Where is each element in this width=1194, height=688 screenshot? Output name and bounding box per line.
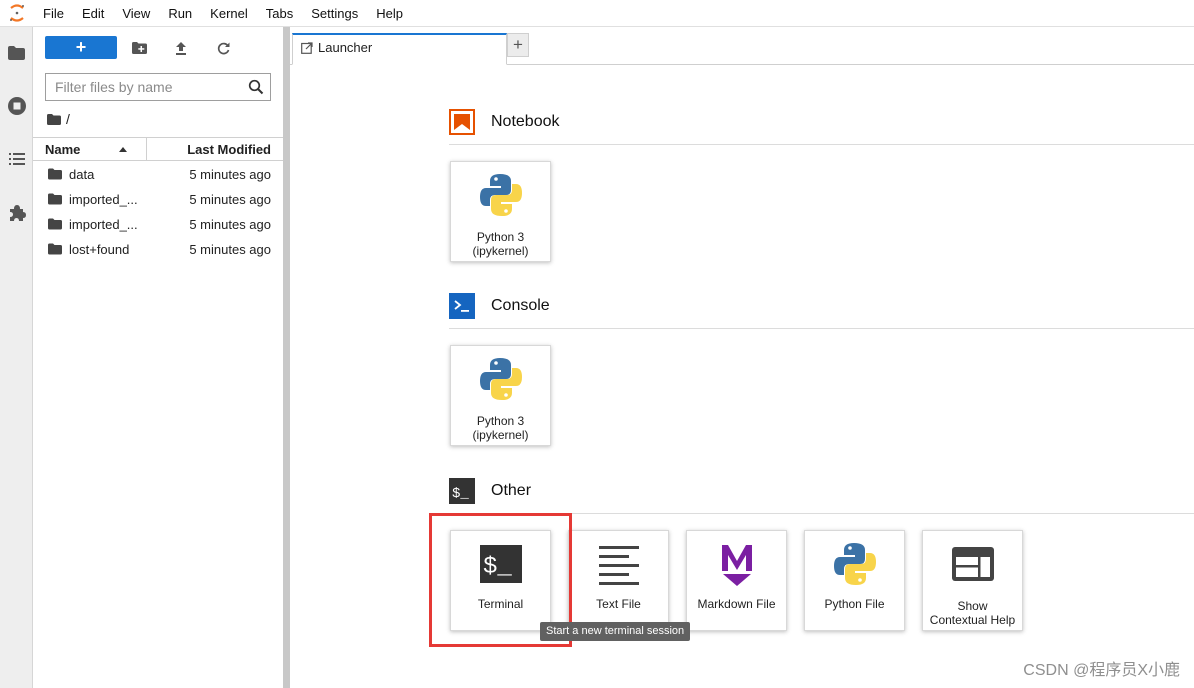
tab-launcher-label: Launcher	[318, 40, 373, 55]
notebook-section-header: Notebook	[449, 109, 560, 135]
file-row[interactable]: data 5 minutes ago	[33, 162, 283, 187]
breadcrumb-root[interactable]: /	[66, 111, 70, 127]
menu-view[interactable]: View	[113, 0, 159, 27]
extension-puzzle-icon[interactable]	[6, 202, 27, 223]
column-name-header[interactable]: Name	[45, 142, 80, 157]
file-browser-panel: + / Name Last Modified data 5 minutes ag…	[33, 27, 283, 688]
file-list: data 5 minutes ago imported_... 5 minute…	[33, 162, 283, 262]
notebook-section-title: Notebook	[491, 113, 560, 130]
tab-launcher[interactable]: Launcher	[292, 33, 507, 65]
jupyter-logo-icon[interactable]	[0, 0, 34, 27]
other-section-header: $_ Other	[449, 478, 531, 504]
card-label: Python 3 (ipykernel)	[451, 230, 550, 258]
contextual-help-icon	[948, 539, 998, 589]
folder-icon[interactable]	[6, 42, 27, 63]
notebook-python3-card[interactable]: Python 3 (ipykernel)	[450, 161, 551, 262]
file-row[interactable]: imported_... 5 minutes ago	[33, 187, 283, 212]
search-icon[interactable]	[248, 79, 264, 95]
card-label-line2: (ipykernel)	[472, 244, 529, 258]
text-file-card[interactable]: Text File	[568, 530, 669, 631]
menu-kernel[interactable]: Kernel	[201, 0, 257, 27]
text-file-icon	[594, 539, 644, 589]
launcher-tab-icon	[301, 42, 313, 54]
python-file-card[interactable]: Python File	[804, 530, 905, 631]
python-logo-icon	[476, 354, 526, 404]
card-label-line2: Contextual Help	[929, 613, 1016, 627]
watermark: CSDN @程序员X小鹿	[1023, 662, 1180, 679]
menu-edit[interactable]: Edit	[73, 0, 113, 27]
section-divider	[449, 144, 1194, 145]
card-label-line1: Python 3	[476, 414, 525, 428]
console-section-header: Console	[449, 293, 550, 319]
contextual-help-card[interactable]: Show Contextual Help	[922, 530, 1023, 631]
card-label-line2: (ipykernel)	[472, 428, 529, 442]
add-tab-button[interactable]: +	[507, 33, 529, 57]
panel-splitter[interactable]	[283, 27, 290, 688]
filter-files-input[interactable]	[46, 74, 242, 100]
section-divider	[449, 328, 1194, 329]
python-logo-icon	[476, 170, 526, 220]
console-section-title: Console	[491, 297, 550, 314]
file-name: imported_...	[69, 217, 138, 232]
file-name: data	[69, 167, 95, 182]
menu-bar: File Edit View Run Kernel Tabs Settings …	[0, 0, 1194, 27]
refresh-icon[interactable]	[214, 39, 232, 57]
new-launcher-button[interactable]: +	[45, 36, 117, 59]
column-divider	[146, 138, 147, 161]
menu-run[interactable]: Run	[159, 0, 201, 27]
running-stop-icon[interactable]	[6, 95, 27, 116]
menu-settings[interactable]: Settings	[302, 0, 367, 27]
card-label: Python File	[824, 597, 885, 611]
tab-bar: Launcher +	[290, 27, 1194, 65]
console-python3-card[interactable]: Python 3 (ipykernel)	[450, 345, 551, 446]
markdown-icon	[712, 539, 762, 589]
other-terminal-icon: $_	[449, 478, 475, 504]
menu-file[interactable]: File	[34, 0, 73, 27]
card-label: Text File	[596, 597, 641, 611]
other-section-title: Other	[491, 482, 532, 499]
folder-home-icon[interactable]	[47, 113, 61, 125]
file-modified: 5 minutes ago	[189, 167, 271, 182]
file-modified: 5 minutes ago	[189, 242, 271, 257]
folder-icon	[48, 193, 62, 205]
file-modified: 5 minutes ago	[189, 217, 271, 232]
folder-icon	[48, 168, 62, 180]
card-label: Markdown File	[697, 597, 776, 611]
file-browser-toolbar: +	[45, 36, 280, 60]
file-row[interactable]: imported_... 5 minutes ago	[33, 212, 283, 237]
menu-help[interactable]: Help	[367, 0, 412, 27]
svg-text:$_: $_	[452, 486, 469, 502]
table-of-contents-icon[interactable]	[6, 148, 27, 169]
card-label: Python 3 (ipykernel)	[451, 414, 550, 442]
card-label-line1: Python 3	[476, 230, 525, 244]
upload-icon[interactable]	[172, 39, 190, 57]
notebook-icon	[449, 109, 475, 135]
card-label-line1: Show	[957, 599, 988, 613]
terminal-tooltip: Start a new terminal session	[540, 622, 691, 641]
file-listing-header: Name Last Modified	[33, 137, 283, 161]
file-name: lost+found	[69, 242, 130, 257]
file-name: imported_...	[69, 192, 138, 207]
menu-tabs[interactable]: Tabs	[257, 0, 302, 27]
card-label: Show Contextual Help	[923, 599, 1022, 627]
file-modified: 5 minutes ago	[189, 192, 271, 207]
console-icon	[449, 293, 475, 319]
folder-icon	[48, 218, 62, 230]
activity-bar	[0, 27, 33, 688]
filter-files-box	[45, 73, 271, 101]
file-row[interactable]: lost+found 5 minutes ago	[33, 237, 283, 262]
main-area: Launcher + Notebook Python 3 (ipykernel)…	[290, 27, 1194, 688]
breadcrumb: /	[47, 111, 70, 127]
new-folder-icon[interactable]	[130, 39, 148, 57]
column-last-modified-header[interactable]: Last Modified	[187, 142, 271, 157]
python-logo-icon	[830, 539, 880, 589]
folder-icon	[48, 243, 62, 255]
markdown-file-card[interactable]: Markdown File	[686, 530, 787, 631]
sort-ascending-icon	[119, 147, 127, 152]
